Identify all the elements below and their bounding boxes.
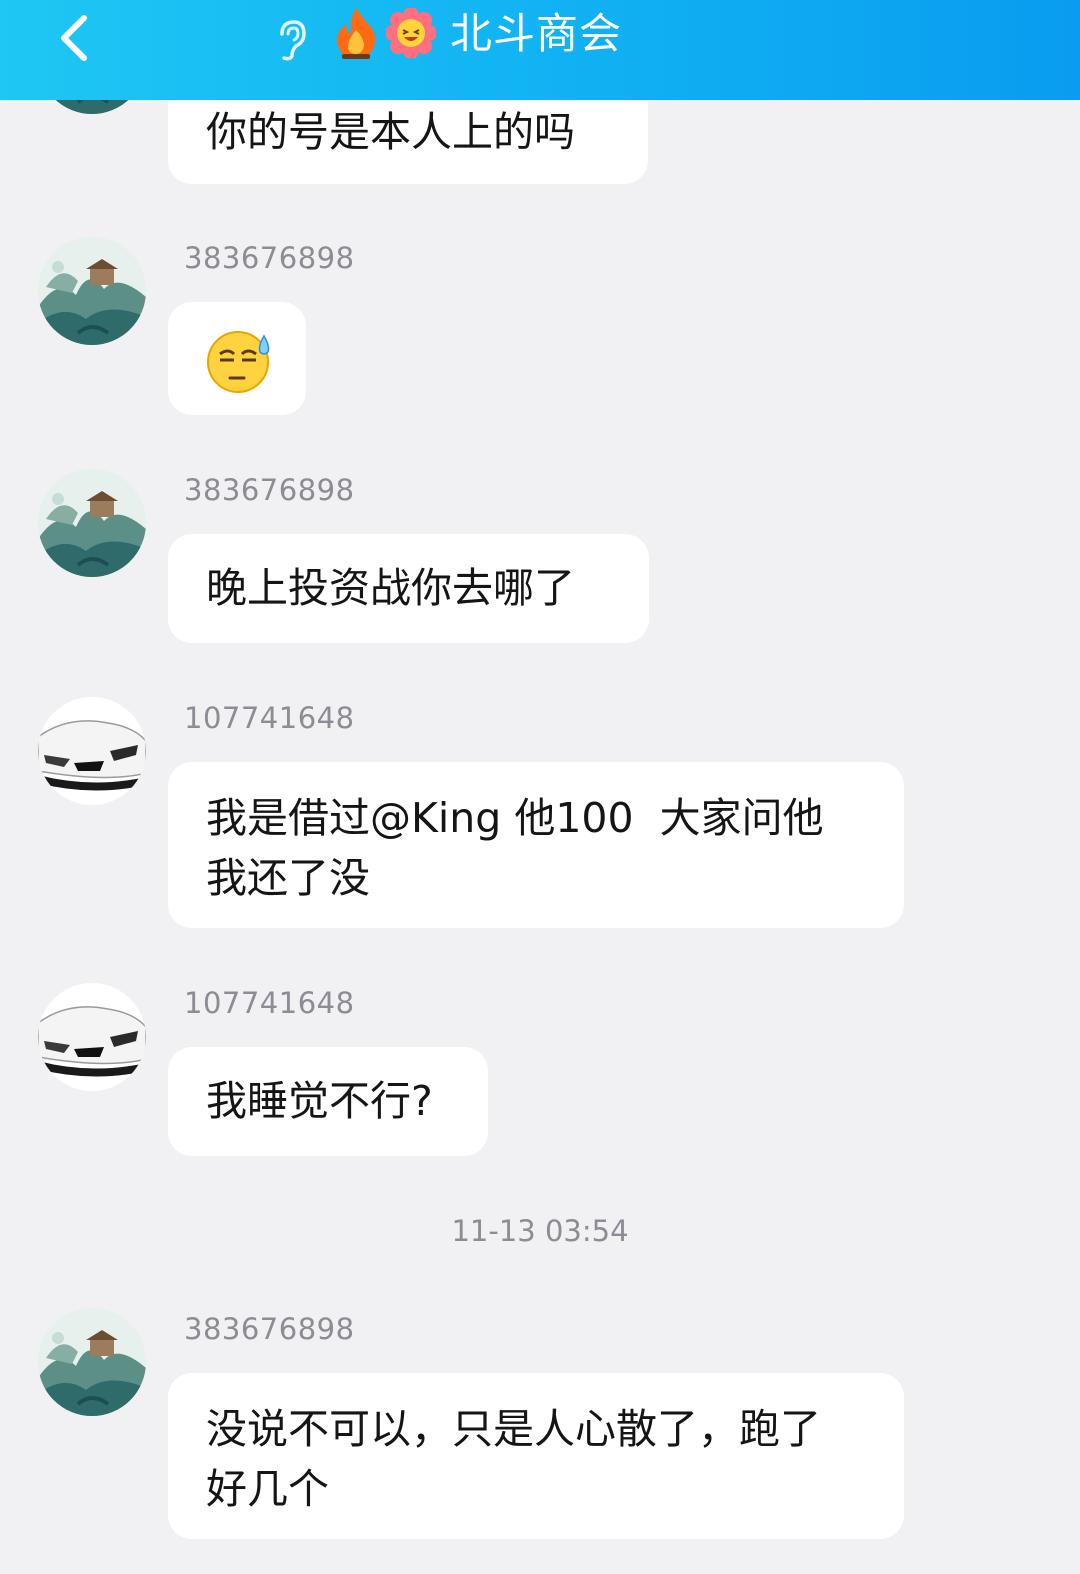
avatar[interactable] [38,469,146,577]
avatar[interactable] [38,237,146,345]
page-title: 北斗商会 [450,9,623,58]
sender-name: 383676898 [184,1312,355,1346]
avatar[interactable] [38,1308,146,1416]
fire-icon [337,8,376,59]
message-text-line: 我是借过@King 他100 大家问他 [206,794,824,842]
flower-emoji-icon [386,8,436,58]
avatar[interactable] [38,983,146,1091]
message-text: 我睡觉不行? [206,1077,433,1125]
sender-name: 107741648 [184,986,355,1020]
message-text: 你的号是本人上的吗 [206,108,575,156]
message-bubble[interactable]: 我是借过@King 他100 大家问他 我还了没 [168,762,904,928]
chat-header: 北斗商会 [0,0,1080,100]
message-bubble[interactable]: 没说不可以，只是人心散了，跑了 好几个 [168,1373,904,1539]
message-bubble[interactable] [168,302,306,415]
message-bubble[interactable]: 晚上投资战你去哪了 [168,534,649,643]
sender-name: 383676898 [184,473,355,507]
back-icon[interactable] [52,8,102,62]
sender-name: 383676898 [184,241,355,275]
message-text-line: 好几个 [206,1465,329,1513]
timestamp: 11-13 03:54 [451,1214,629,1248]
message-bubble[interactable]: 我睡觉不行? [168,1047,488,1156]
message-text: 晚上投资战你去哪了 [206,564,575,612]
avatar[interactable] [38,697,146,805]
message-text-line: 没说不可以，只是人心散了，跑了 [206,1405,821,1453]
sender-name: 107741648 [184,701,355,735]
ear-icon[interactable] [272,18,308,62]
sweat-face-emoji-icon [207,331,270,393]
message-text-line: 我还了没 [206,854,370,902]
